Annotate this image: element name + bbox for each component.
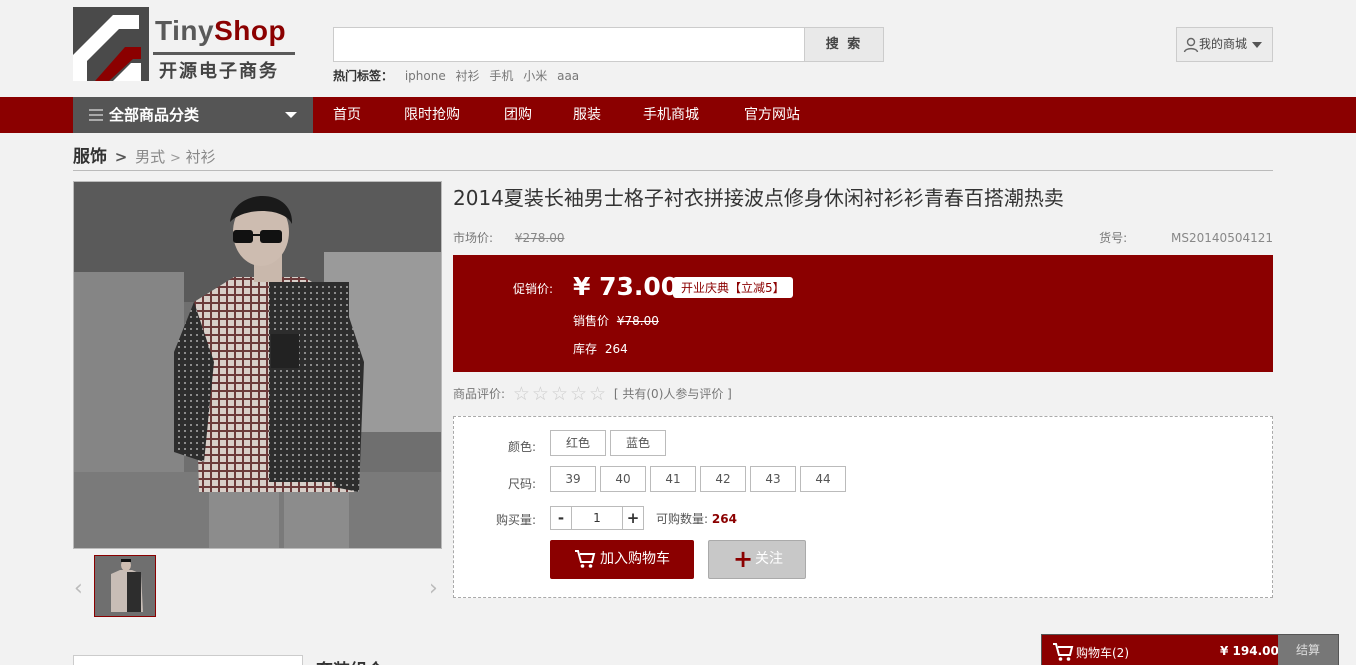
price-panel: 促销价: ¥ 73.00 开业庆典【立减5】 销售价 ¥78.00 库存 264: [453, 255, 1273, 372]
nav-link-apparel[interactable]: 服装: [573, 97, 601, 133]
size-option[interactable]: 41: [650, 466, 696, 492]
size-label: 尺码:: [507, 477, 536, 491]
breadcrumb-level3[interactable]: 衬衫: [186, 148, 216, 166]
breadcrumb-level2[interactable]: 男式: [135, 148, 165, 166]
size-option[interactable]: 42: [700, 466, 746, 492]
rating-count[interactable]: [ 共有(0)人参与评价 ]: [614, 387, 732, 401]
bottom-tab-box: [73, 655, 303, 665]
size-option[interactable]: 43: [750, 466, 796, 492]
chevron-left-icon[interactable]: ‹: [74, 576, 83, 601]
market-price: 市场价: ¥278.00: [453, 229, 565, 246]
plus-icon: +: [733, 545, 754, 573]
sale-price: 销售价 ¥78.00: [573, 312, 659, 329]
main-nav: 全部商品分类 首页 限时抢购 团购 服装 手机商城 官方网站: [0, 97, 1356, 133]
size-option[interactable]: 39: [550, 466, 596, 492]
breadcrumb-divider: [73, 170, 1273, 171]
my-mall-label: 我的商城: [1199, 37, 1248, 51]
product-rating: 商品评价: ☆☆☆☆☆ [ 共有(0)人参与评价 ]: [453, 383, 732, 405]
all-categories-button[interactable]: 全部商品分类: [73, 97, 313, 133]
cart-count-label[interactable]: 购物车(2): [1076, 644, 1129, 661]
nav-link-mobile-mall[interactable]: 手机商城: [643, 97, 699, 133]
sale-price-value: ¥78.00: [616, 314, 659, 328]
cart-icon: [1053, 643, 1074, 661]
available-value: 264: [711, 512, 737, 526]
logo-divider: [153, 52, 295, 55]
breadcrumb-separator: >: [114, 148, 128, 166]
color-label: 颜色:: [507, 440, 536, 454]
quantity-label: 购买量:: [495, 513, 536, 527]
sale-price-label: 销售价: [573, 314, 610, 328]
hot-tag[interactable]: iphone: [405, 69, 446, 83]
promo-price-value: ¥ 73.00: [573, 272, 679, 301]
floating-cart-bar[interactable]: 购物车(2) ¥ 194.00 结算: [1041, 634, 1339, 665]
product-sku: 货号: MS20140504121: [1099, 229, 1273, 246]
nav-link-official-site[interactable]: 官方网站: [744, 97, 800, 133]
rating-label: 商品评价:: [453, 387, 506, 401]
hot-tag[interactable]: 小米: [523, 69, 547, 83]
hot-tag[interactable]: 衬衫: [456, 69, 480, 83]
product-title: 2014夏装长袖男士格子衬衣拼接波点修身休闲衬衫衫青春百搭潮热卖: [453, 186, 1064, 210]
search-button[interactable]: 搜 索: [804, 27, 884, 62]
checkout-button[interactable]: 结算: [1278, 635, 1338, 665]
add-to-cart-label: 加入购物车: [600, 551, 670, 567]
follow-label: 关注: [755, 551, 783, 567]
logo-subtitle: 开源电子商务: [159, 61, 279, 82]
caret-down-icon: [285, 112, 297, 118]
stock-label: 库存: [573, 342, 598, 356]
stock: 库存 264: [573, 340, 628, 357]
quantity-input[interactable]: 1: [572, 506, 622, 530]
available-label: 可购数量:: [656, 512, 709, 526]
thumbnail-photo: [95, 556, 155, 616]
quantity-increment-button[interactable]: +: [622, 506, 644, 530]
stock-value: 264: [604, 342, 628, 356]
breadcrumb-separator: >: [169, 151, 181, 166]
nav-link-home[interactable]: 首页: [333, 97, 361, 133]
size-option[interactable]: 40: [600, 466, 646, 492]
sku-label: 货号:: [1099, 231, 1128, 245]
quantity-decrement-button[interactable]: -: [550, 506, 572, 530]
add-to-cart-button[interactable]: 加入购物车: [550, 540, 694, 579]
hot-tag[interactable]: aaa: [557, 69, 579, 83]
all-categories-label: 全部商品分类: [109, 106, 200, 124]
product-main-image[interactable]: [73, 181, 442, 549]
sku-value: MS20140504121: [1171, 231, 1273, 245]
logo-wordmark: TinyShop: [155, 15, 287, 46]
logo-mark-icon: [73, 7, 149, 81]
hot-tags-label: 热门标签：: [333, 69, 394, 83]
follow-button[interactable]: + 关注: [708, 540, 806, 579]
nav-link-group-buy[interactable]: 团购: [504, 97, 532, 133]
market-price-label: 市场价:: [453, 231, 494, 245]
options-panel: 颜色: 红色 蓝色 尺码: 39 40 41 42 43 44 购买量: - 1…: [453, 416, 1273, 598]
user-icon: [1183, 37, 1199, 52]
promo-badge: 开业庆典【立减5】: [673, 277, 793, 298]
hot-tag[interactable]: 手机: [489, 69, 513, 83]
my-mall-button[interactable]: 我的商城: [1176, 27, 1273, 62]
rating-stars-icon[interactable]: ☆☆☆☆☆: [513, 383, 608, 405]
nav-link-flash-sale[interactable]: 限时抢购: [404, 97, 460, 133]
cart-total: ¥ 194.00: [1220, 644, 1279, 658]
site-logo[interactable]: TinyShop 开源电子商务: [73, 7, 295, 82]
hot-tags: 热门标签： iphone 衬衫 手机 小米 aaa: [333, 67, 585, 84]
market-price-value: ¥278.00: [514, 231, 565, 245]
color-option[interactable]: 蓝色: [610, 430, 666, 456]
breadcrumb-level1[interactable]: 服饰: [73, 147, 107, 167]
breadcrumb: 服饰 > 男式 > 衬衫: [73, 142, 216, 167]
size-option[interactable]: 44: [800, 466, 846, 492]
product-photo: [74, 182, 441, 548]
menu-icon: [89, 109, 103, 121]
promo-price-label: 促销价:: [513, 282, 554, 296]
product-thumbnail[interactable]: [94, 555, 156, 617]
color-option[interactable]: 红色: [550, 430, 606, 456]
search-input[interactable]: [333, 27, 805, 62]
caret-down-icon: [1251, 41, 1262, 48]
chevron-right-icon[interactable]: ›: [429, 576, 438, 601]
cart-icon: [575, 550, 596, 568]
available-quantity: 可购数量: 264: [656, 510, 737, 527]
bundle-section-title: 套装组合: [316, 656, 384, 665]
